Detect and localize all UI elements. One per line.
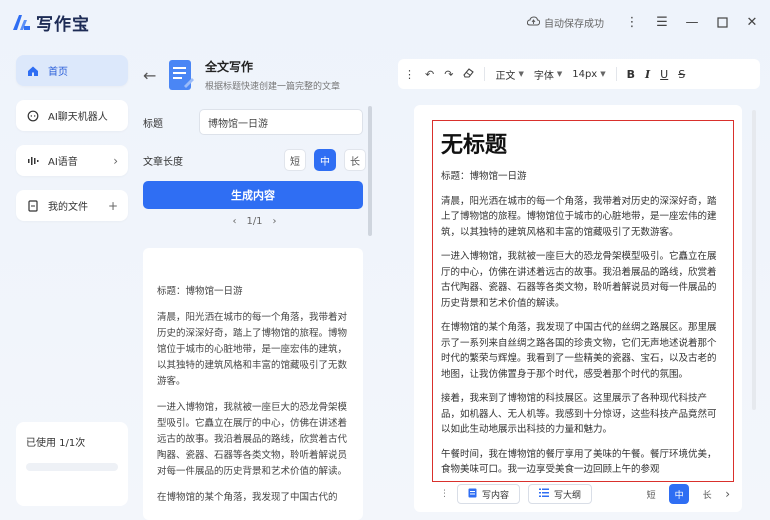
home-icon: [26, 64, 40, 78]
toolbar-divider: [484, 67, 486, 81]
eraser-icon[interactable]: [463, 67, 475, 81]
document-editor[interactable]: 无标题 标题：博物馆一日游 清晨，阳光洒在城市的每一个角落，我带着对历史的深深好…: [414, 105, 742, 512]
result-card: 标题：博物馆一日游 清晨，阳光洒在城市的每一个角落，我带着对历史的深深好奇，踏上…: [143, 248, 363, 520]
document-paragraph[interactable]: 接着，我来到了博物馆的科技展区。这里展示了各种现代科技产品，如机器人、无人机等。…: [441, 391, 725, 438]
sidebar: 首页 AI聊天机器人 AI语音 › 我的文件 +: [16, 55, 128, 235]
title-input[interactable]: [199, 109, 363, 135]
write-content-label: 写内容: [482, 490, 510, 501]
font-size-value: 14px: [572, 68, 598, 80]
prev-page-icon[interactable]: ‹: [232, 216, 236, 227]
next-page-icon[interactable]: ›: [273, 216, 277, 227]
bold-button[interactable]: B: [627, 68, 635, 81]
usage-text: 已使用 1/1次: [26, 438, 86, 449]
underline-button[interactable]: U: [660, 68, 668, 81]
app-logo: 写作宝: [10, 10, 90, 35]
title-bar: 写作宝 自动保存成功 ⋮ ☰ — ✕: [0, 0, 770, 46]
result-pager: ‹ 1/1 ›: [143, 216, 366, 227]
full-text-writing-panel: ← 全文写作 根据标题快速创建一篇完整的文章 标题 文章长度 短 中 长 生成内…: [143, 55, 366, 520]
sidebar-item-my-files[interactable]: 我的文件 +: [16, 190, 128, 221]
chevron-down-icon: ▼: [518, 70, 524, 78]
close-button[interactable]: ✕: [744, 14, 760, 30]
logo-icon: [10, 12, 32, 34]
drag-handle-icon[interactable]: ⋮: [440, 489, 449, 499]
write-outline-button[interactable]: 写大纲: [528, 484, 593, 504]
italic-button[interactable]: I: [645, 68, 650, 81]
result-paragraph: 标题：博物馆一日游: [157, 286, 243, 297]
font-family-value: 字体: [533, 70, 554, 82]
usage-bar: [26, 463, 118, 471]
document-paragraph[interactable]: 清晨，阳光洒在城市的每一个角落，我带着对历史的深深好奇，踏上了博物馆的旅程。博物…: [441, 194, 725, 241]
audio-icon: [26, 154, 40, 168]
length-short-button[interactable]: 短: [641, 484, 661, 504]
paragraph-style-dropdown[interactable]: 正文 ▼: [495, 67, 523, 82]
document-paragraph[interactable]: 在博物馆的某个角落，我发现了中国古代的丝绸之路展区。那里展示了一系列来自丝绸之路…: [441, 320, 725, 382]
editor-toolbar: ⋮ ↶ ↷ 正文 ▼ 字体 ▼ 14px ▼ B I U S: [398, 59, 760, 89]
document-content-frame[interactable]: 无标题 标题：博物馆一日游 清晨，阳光洒在城市的每一个角落，我带着对历史的深深好…: [432, 120, 734, 482]
chat-icon: [26, 109, 40, 123]
result-paragraph: 一进入博物馆，我就被一座巨大的恐龙骨架模型吸引。它矗立在展厅的中心，仿佛在讲述着…: [157, 402, 348, 477]
undo-icon[interactable]: ↶: [425, 68, 434, 81]
app-name: 写作宝: [36, 15, 90, 35]
sidebar-item-home[interactable]: 首页: [16, 55, 128, 86]
autosave-status: 自动保存成功: [526, 15, 604, 30]
strikethrough-button[interactable]: S: [678, 68, 685, 81]
minimize-button[interactable]: —: [684, 14, 700, 30]
document-paragraph[interactable]: 午餐时间，我在博物馆的餐厅享用了美味的午餐。餐厅环境优美，食物美味可口。我一边享…: [441, 447, 725, 478]
add-file-icon[interactable]: +: [108, 199, 118, 213]
generate-button[interactable]: 生成内容: [143, 181, 363, 209]
result-paragraph: 在博物馆的某个角落，我发现了中国古代的: [157, 492, 338, 503]
length-long-button[interactable]: 长: [344, 149, 366, 171]
chevron-down-icon: ▼: [556, 70, 563, 78]
sidebar-item-label: AI聊天机器人: [48, 112, 108, 123]
document-paragraph[interactable]: 标题：博物馆一日游: [441, 169, 725, 185]
document-title[interactable]: 无标题: [441, 127, 725, 159]
redo-icon[interactable]: ↷: [444, 68, 453, 81]
panel-subtitle: 根据标题快速创建一篇完整的文章: [205, 82, 341, 92]
menu-icon[interactable]: ☰: [654, 14, 670, 30]
document-paragraph[interactable]: 一进入博物馆，我就被一座巨大的恐龙骨架模型吸引。它矗立在展厅的中心，仿佛在讲述着…: [441, 249, 725, 311]
more-icon[interactable]: ⋮: [624, 14, 640, 30]
sidebar-item-label: 首页: [48, 67, 68, 78]
maximize-button[interactable]: [714, 14, 730, 30]
length-label: 文章长度: [143, 156, 183, 168]
chevron-down-icon: ▼: [600, 70, 606, 78]
document-icon: [167, 58, 195, 92]
paragraph-style-value: 正文: [495, 70, 516, 82]
editor-scrollbar[interactable]: [752, 110, 756, 410]
editor-action-bar: ⋮ 写内容 写大纲 短 中 长 ›: [440, 482, 730, 506]
write-outline-label: 写大纲: [554, 490, 582, 501]
write-content-button[interactable]: 写内容: [457, 484, 521, 504]
cloud-icon: [526, 15, 541, 29]
file-icon: [26, 199, 40, 213]
chevron-right-icon: ›: [113, 153, 118, 168]
length-medium-button[interactable]: 中: [669, 484, 690, 504]
document-icon: [468, 488, 477, 501]
length-short-button[interactable]: 短: [284, 149, 306, 171]
result-paragraph: 清晨，阳光洒在城市的每一个角落，我带着对历史的深深好奇，踏上了博物馆的旅程。博物…: [157, 312, 348, 387]
list-icon: [539, 488, 550, 500]
length-long-button[interactable]: 长: [697, 484, 717, 504]
page-indicator: 1/1: [246, 216, 263, 227]
sidebar-item-ai-chatbot[interactable]: AI聊天机器人: [16, 100, 128, 131]
font-size-dropdown[interactable]: 14px ▼: [572, 69, 605, 80]
font-family-dropdown[interactable]: 字体 ▼: [534, 67, 562, 82]
panel-scrollbar[interactable]: [368, 106, 372, 236]
sidebar-item-label: 我的文件: [48, 202, 88, 213]
sidebar-item-ai-voice[interactable]: AI语音 ›: [16, 145, 128, 176]
toolbar-divider: [615, 67, 617, 81]
toolbar-grip-icon: ⋮: [404, 67, 415, 81]
usage-card: 已使用 1/1次: [16, 422, 128, 506]
autosave-text: 自动保存成功: [544, 18, 604, 30]
sidebar-item-label: AI语音: [48, 157, 78, 168]
chevron-right-icon[interactable]: ›: [725, 487, 730, 501]
panel-title: 全文写作: [205, 60, 254, 74]
back-arrow-icon[interactable]: ←: [143, 66, 167, 85]
title-label: 标题: [143, 118, 163, 130]
length-medium-button[interactable]: 中: [314, 149, 336, 171]
